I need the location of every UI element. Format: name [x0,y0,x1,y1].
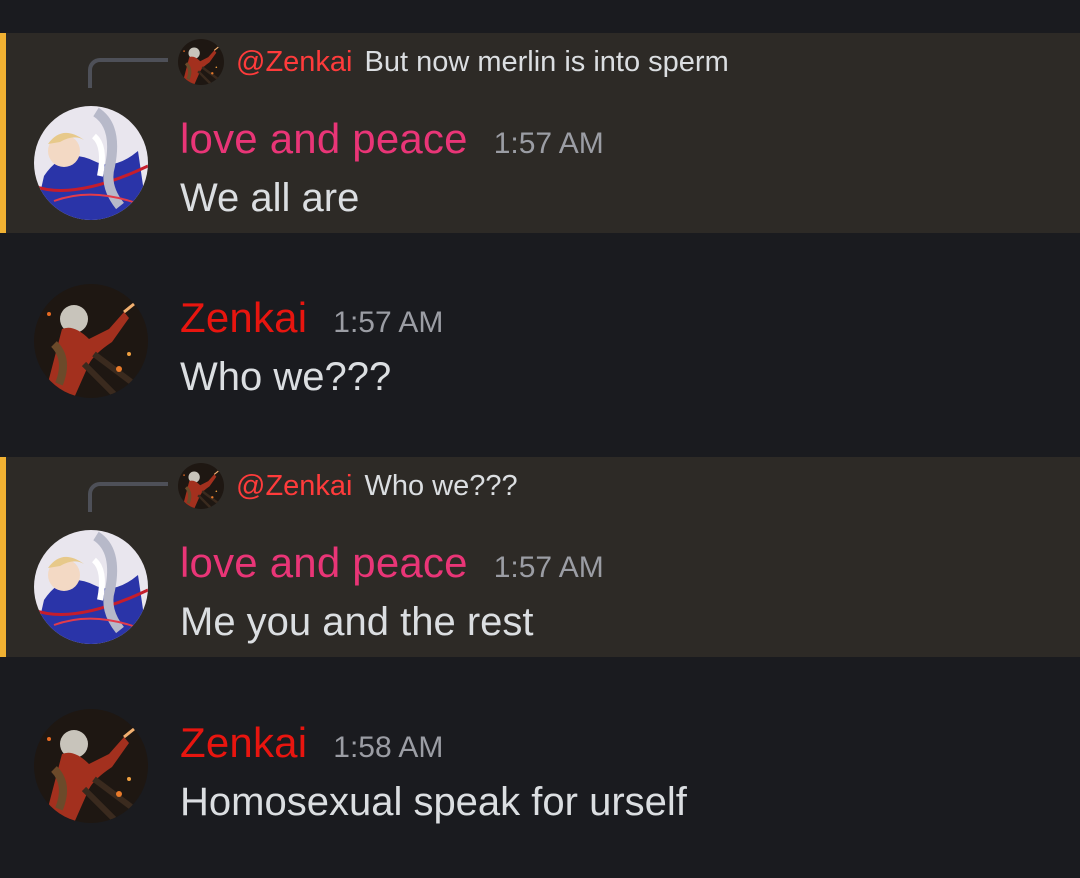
timestamp: 1:57 AM [493,127,604,160]
message-text: Homosexual speak for urself [180,780,687,824]
reply-preview[interactable]: @Zenkai But now merlin is into sperm [178,38,729,86]
avatar[interactable] [34,530,148,644]
avatar[interactable] [34,284,148,398]
reply-text: But now merlin is into sperm [364,45,729,78]
message-header: Zenkai 1:57 AM [180,294,443,342]
message-header: love and peace 1:57 AM [180,539,604,587]
author-name[interactable]: love and peace [180,115,468,163]
timestamp: 1:57 AM [333,306,444,339]
message-text: We all are [180,176,360,220]
reply-text: Who we??? [364,469,518,502]
timestamp: 1:57 AM [493,551,604,584]
message-text: Who we??? [180,355,392,399]
message-item[interactable]: Zenkai 1:57 AM Who we??? [0,270,1080,430]
timestamp: 1:58 AM [333,731,444,764]
avatar[interactable] [34,709,148,823]
message-item[interactable]: @Zenkai Who we??? love and peace 1:57 AM… [0,457,1080,657]
message-item[interactable]: Zenkai 1:58 AM Homosexual speak for urse… [0,695,1080,855]
author-name[interactable]: Zenkai [180,719,307,767]
reply-connector [88,482,168,512]
message-header: Zenkai 1:58 AM [180,719,443,767]
reply-mention[interactable]: @Zenkai [236,46,352,79]
author-name[interactable]: Zenkai [180,294,307,342]
reply-connector [88,58,168,88]
message-text: Me you and the rest [180,600,534,644]
message-header: love and peace 1:57 AM [180,115,604,163]
message-item[interactable]: @Zenkai But now merlin is into sperm lov… [0,33,1080,233]
reply-avatar [178,463,224,509]
avatar[interactable] [34,106,148,220]
reply-mention[interactable]: @Zenkai [236,470,352,503]
reply-avatar [178,39,224,85]
reply-preview[interactable]: @Zenkai Who we??? [178,462,518,510]
chat-log: @Zenkai But now merlin is into sperm lov… [0,0,1080,878]
author-name[interactable]: love and peace [180,539,468,587]
